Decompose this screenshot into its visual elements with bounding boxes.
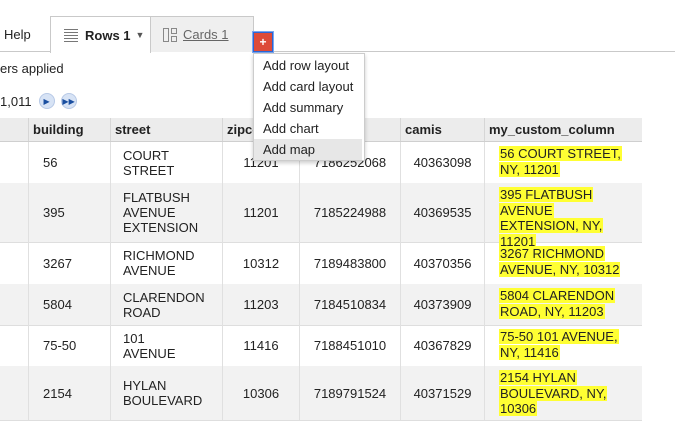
cell-camis: 40363098 — [400, 142, 484, 183]
cell-street-line: AVENUE — [123, 263, 176, 278]
tab-cards-label: Cards 1 — [183, 27, 229, 42]
cell-street: COURT STREET — [110, 142, 222, 183]
add-layout-button[interactable]: + — [253, 32, 273, 52]
cell-street-line: FLATBUSH — [123, 190, 190, 205]
cell-camis: 40373909 — [400, 284, 484, 325]
highlighted-text: EXTENSION, NY, — [499, 218, 604, 233]
tab-cards[interactable]: Cards 1 — [151, 16, 254, 52]
header-blank — [0, 118, 28, 141]
cell-street: CLARENDON ROAD — [110, 284, 222, 325]
menu-item-add-chart[interactable]: Add chart — [254, 118, 362, 139]
header-building[interactable]: building — [28, 118, 110, 141]
highlighted-text: ROAD, NY, 11203 — [499, 303, 605, 319]
cell-street-line: COURT — [123, 147, 169, 163]
cell-my-custom-column: 56 COURT STREET, NY, 11201 — [484, 142, 642, 183]
rows-icon — [63, 28, 79, 42]
next-page-button[interactable]: ▶ — [38, 93, 55, 109]
cell-phone: 7189483800 — [299, 242, 400, 284]
row-gutter — [0, 183, 28, 242]
cell-my-custom-column: 75-50 101 AVENUE, NY, 11416 — [484, 325, 642, 366]
cell-street: HYLAN BOULEVARD — [110, 366, 222, 420]
cell-street: 101 AVENUE — [110, 325, 222, 366]
row-gutter — [0, 284, 28, 325]
cell-street-line: EXTENSION — [123, 220, 199, 235]
cell-street-line: STREET — [123, 162, 175, 178]
cell-phone: 7184510834 — [299, 284, 400, 325]
add-layout-menu: Add row layout Add card layout Add summa… — [253, 53, 365, 161]
cell-building: 75-50 — [28, 325, 110, 366]
cell-phone: 7188451010 — [299, 325, 400, 366]
cell-building: 3267 — [28, 242, 110, 284]
cell-street-line: AVENUE — [123, 345, 176, 361]
cell-street-line: AVENUE — [123, 205, 176, 220]
cell-street-line: ROAD — [123, 304, 161, 320]
highlighted-text: 2154 HYLAN — [499, 370, 577, 385]
highlighted-text: 10306 — [499, 401, 538, 416]
table-row[interactable]: 3267 RICHMOND AVENUE 10312 7189483800 4037035… — [0, 242, 642, 285]
table-row[interactable]: 5804 CLARENDON ROAD 11203 7184510834 40373909… — [0, 284, 642, 326]
header-street[interactable]: street — [110, 118, 222, 141]
highlighted-text: 5804 CLARENDON — [499, 288, 616, 303]
cell-building: 395 — [28, 183, 110, 242]
cell-my-custom-column: 395 FLATBUSH AVENUE EXTENSION, NY, 11201 — [484, 183, 642, 249]
highlighted-text: 3267 RICHMOND — [499, 246, 606, 261]
chevron-down-icon[interactable]: ▼ — [136, 30, 145, 40]
cell-zipcode: 11416 — [222, 325, 299, 366]
cell-street: RICHMOND AVENUE — [110, 242, 222, 284]
highlighted-text: NY, 11416 — [499, 344, 560, 360]
cards-icon — [163, 27, 177, 42]
tab-help-label: Help — [4, 26, 31, 42]
row-gutter — [0, 325, 28, 366]
tab-rows[interactable]: Rows 1 ▼ — [50, 16, 151, 53]
cell-phone: 7189791524 — [299, 366, 400, 420]
cell-street: FLATBUSH AVENUE EXTENSION — [110, 183, 222, 242]
cell-building: 56 — [28, 142, 110, 183]
cell-building: 2154 — [28, 366, 110, 420]
header-my-custom-column[interactable]: my_custom_column — [484, 118, 642, 141]
cell-building: 5804 — [28, 284, 110, 325]
highlighted-text: AVENUE, NY, 10312 — [499, 261, 621, 277]
cell-street-line: RICHMOND — [123, 248, 195, 263]
cell-zipcode: 11203 — [222, 284, 299, 325]
cell-street-line: HYLAN — [123, 378, 167, 393]
cell-street-line: CLARENDON — [123, 289, 205, 305]
header-camis[interactable]: camis — [400, 118, 484, 141]
cell-my-custom-column: 5804 CLARENDON ROAD, NY, 11203 — [484, 284, 642, 325]
record-count: 1,011 — [0, 93, 32, 109]
cell-camis: 40367829 — [400, 325, 484, 366]
tab-rows-label: Rows 1 — [85, 27, 131, 43]
highlighted-text: BOULEVARD, NY, — [499, 385, 608, 401]
menu-item-add-map[interactable]: Add map — [254, 139, 362, 160]
row-gutter — [0, 242, 28, 284]
highlighted-text: 395 FLATBUSH — [499, 187, 594, 202]
filters-status: ers applied — [0, 61, 64, 76]
row-gutter — [0, 366, 28, 420]
pager: 1,011 ▶ ▶▶ — [0, 93, 77, 109]
plus-icon: + — [259, 35, 267, 49]
table-row[interactable]: 395 FLATBUSH AVENUE EXTENSION 11201 718522498… — [0, 183, 642, 249]
highlighted-text: 75-50 101 AVENUE, — [499, 329, 619, 344]
cell-my-custom-column: 2154 HYLAN BOULEVARD, NY, 10306 — [484, 366, 642, 420]
cell-street-line: 101 — [123, 330, 145, 346]
table-row[interactable]: 75-50 101 AVENUE 11416 7188451010 40367829 75-… — [0, 325, 642, 367]
highlighted-text: AVENUE — [499, 202, 554, 218]
cell-my-custom-column: 3267 RICHMOND AVENUE, NY, 10312 — [484, 242, 642, 284]
cell-zipcode: 10312 — [222, 242, 299, 284]
highlighted-text: NY, 11201 — [499, 161, 560, 177]
row-gutter — [0, 142, 28, 183]
cell-camis: 40369535 — [400, 183, 484, 242]
highlighted-text: 56 COURT STREET, — [499, 146, 622, 161]
table-row[interactable]: 2154 HYLAN BOULEVARD 10306 7189791524 4037152… — [0, 366, 642, 421]
cell-camis: 40370356 — [400, 242, 484, 284]
menu-item-add-row-layout[interactable]: Add row layout — [254, 55, 362, 76]
cell-zipcode: 11201 — [222, 183, 299, 242]
cell-street-line: BOULEVARD — [123, 393, 203, 408]
last-page-button[interactable]: ▶▶ — [60, 93, 77, 109]
cell-zipcode: 10306 — [222, 366, 299, 420]
cell-camis: 40371529 — [400, 366, 484, 420]
menu-item-add-summary[interactable]: Add summary — [254, 97, 362, 118]
menu-item-add-card-layout[interactable]: Add card layout — [254, 76, 362, 97]
tab-help[interactable]: Help — [0, 16, 48, 52]
cell-phone: 7185224988 — [299, 183, 400, 242]
